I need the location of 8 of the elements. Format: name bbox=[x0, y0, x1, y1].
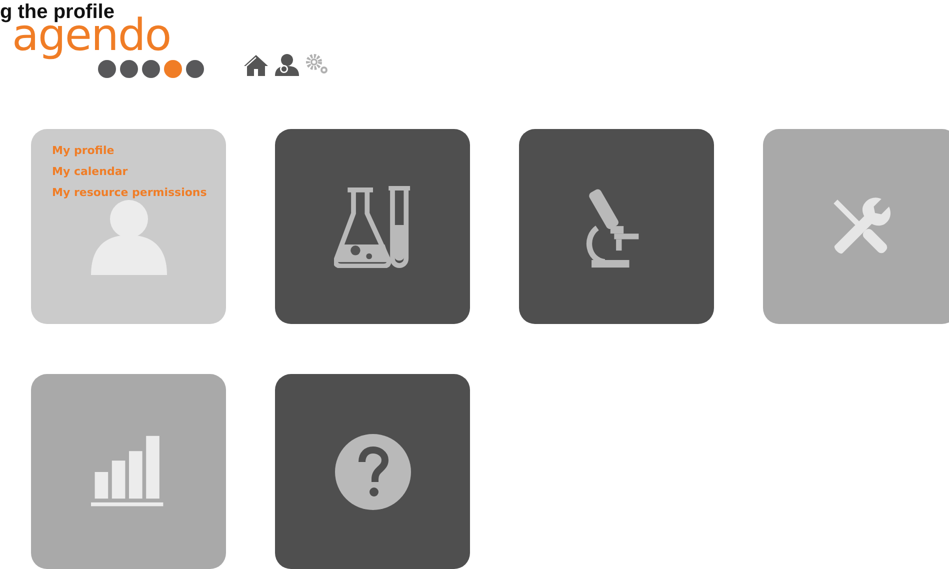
tile-card[interactable] bbox=[275, 129, 470, 324]
person-icon bbox=[88, 198, 168, 274]
home-icon[interactable] bbox=[244, 54, 268, 76]
user-icon[interactable] bbox=[274, 54, 300, 76]
tile-card[interactable] bbox=[519, 129, 714, 324]
flasks-icon bbox=[334, 186, 412, 268]
tile-card[interactable] bbox=[275, 374, 470, 569]
help-icon bbox=[334, 434, 410, 510]
